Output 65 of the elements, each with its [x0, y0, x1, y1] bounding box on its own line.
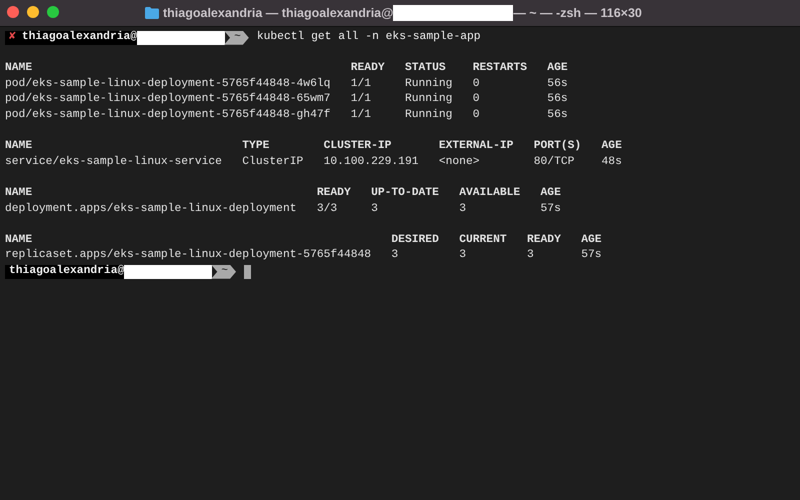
table-cell: service/eks-sample-linux-service — [5, 156, 222, 168]
table-cell: 10.100.229.191 — [324, 156, 419, 168]
column-header: AGE — [602, 140, 622, 152]
column-header: READY — [316, 186, 351, 199]
table-cell: 48s — [602, 156, 622, 168]
table-cell: 56s — [547, 108, 568, 121]
prompt-user: thiagoalexandria@ — [22, 30, 138, 45]
column-header: READY — [526, 234, 561, 246]
column-header: UP-TO-DATE — [371, 186, 439, 199]
column-header: AGE — [540, 186, 561, 199]
table-cell: 1/1 — [350, 78, 372, 90]
prompt-user: thiagoalexandria@ — [9, 264, 124, 279]
table-cell: 0 — [472, 108, 480, 121]
column-header: NAME — [5, 62, 32, 74]
table-cell: 3/3 — [316, 202, 338, 215]
zoom-button[interactable] — [47, 6, 59, 18]
table-cell: 3 — [371, 202, 378, 215]
table-cell: Running — [404, 78, 452, 90]
column-header: DESIRED — [391, 234, 439, 246]
table-cell: 3 — [526, 249, 534, 262]
window-title: thiagoalexandria — thiagoalexandria@ — [163, 6, 394, 20]
table-cell: 3 — [391, 249, 398, 262]
table-cell: 57s — [581, 249, 602, 262]
table-cell: 56s — [547, 78, 568, 90]
column-header: EXTERNAL-IP — [438, 140, 514, 152]
table-cell: <none> — [438, 156, 480, 168]
window-title: — ~ — -zsh — 116×30 — [513, 6, 642, 20]
minimize-button[interactable] — [27, 6, 39, 18]
table-cell: 56s — [547, 93, 568, 106]
table-cell: 0 — [472, 78, 480, 90]
table-cell: pod/eks-sample-linux-deployment-5765f44848-gh47f — [5, 108, 330, 121]
text-cursor — [244, 264, 252, 279]
table-cell: 3 — [459, 202, 466, 215]
column-header: CLUSTER-IP — [324, 140, 392, 152]
table-cell: 0 — [472, 93, 480, 106]
close-button[interactable] — [7, 6, 19, 18]
column-header: AGE — [581, 234, 602, 246]
column-header: RESTARTS — [472, 62, 527, 74]
column-header: STATUS — [404, 62, 446, 74]
table-cell: 1/1 — [350, 108, 372, 121]
column-header: NAME — [5, 234, 32, 246]
table-cell: 1/1 — [350, 93, 372, 106]
table-cell: replicaset.apps/eks-sample-linux-deployment-5765f44848 — [5, 249, 372, 262]
table-cell: 80/TCP — [534, 156, 574, 168]
column-header: PORT(S) — [534, 140, 582, 152]
folder-icon — [145, 7, 159, 19]
column-header: TYPE — [242, 140, 270, 152]
prompt-directory: ~ — [224, 30, 249, 45]
column-header: READY — [350, 62, 385, 74]
column-header: AVAILABLE — [459, 186, 520, 199]
table-cell: pod/eks-sample-linux-deployment-5765f44848-65wm7 — [5, 93, 330, 106]
column-header: NAME — [5, 186, 32, 199]
error-mark: ✘ — [9, 30, 16, 45]
table-cell: 57s — [540, 202, 561, 215]
command-text: kubectl get all -n eks-sample-app — [256, 30, 481, 45]
column-header: NAME — [5, 140, 32, 152]
table-cell: Running — [404, 93, 452, 106]
prompt-directory: ~ — [211, 264, 236, 279]
table-cell: pod/eks-sample-linux-deployment-5765f44848-4w6lq — [5, 78, 330, 90]
column-header: AGE — [547, 62, 568, 74]
column-header: CURRENT — [459, 234, 507, 246]
table-cell: deployment.apps/eks-sample-linux-deployment — [5, 202, 297, 215]
table-cell: ClusterIP — [242, 156, 304, 168]
table-cell: Running — [404, 108, 452, 121]
table-cell: 3 — [459, 249, 466, 262]
